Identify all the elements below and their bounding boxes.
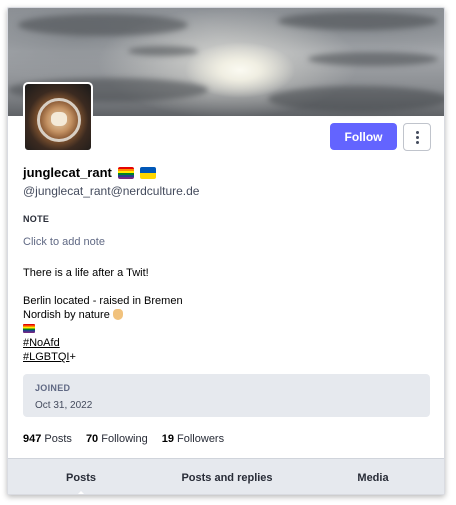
bio-flag-line — [23, 322, 423, 336]
bio: There is a life after a Twit! Berlin loc… — [23, 266, 423, 364]
rainbow-flag-icon — [23, 324, 35, 333]
rainbow-flag-icon — [117, 166, 134, 179]
vulcan-salute-icon — [112, 309, 123, 320]
follow-button[interactable]: Follow — [330, 123, 397, 150]
latte-art-face — [51, 112, 67, 126]
joined-label: JOINED — [35, 383, 71, 393]
account-handle: @junglecat_rant@nerdculture.de — [23, 184, 200, 198]
followers-count-link[interactable]: 19 Followers — [162, 433, 224, 445]
hashtag-lgbtqi-link[interactable]: #LGBTQI — [23, 351, 69, 363]
tab-media[interactable]: Media — [300, 459, 444, 494]
tab-posts[interactable]: Posts — [8, 459, 154, 494]
bio-line: Berlin located - raised in Bremen — [23, 295, 183, 307]
bio-hashtag-line: #NoAfd — [23, 336, 423, 350]
more-options-button[interactable] — [403, 123, 431, 151]
display-name-row: junglecat_rant — [23, 165, 156, 180]
profile-card: Follow junglecat_rant @junglecat_rant@ne… — [7, 7, 445, 495]
display-name: junglecat_rant — [23, 165, 112, 180]
profile-stats: 947 Posts 70 Following 19 Followers — [23, 433, 224, 445]
profile-tabs: Posts Posts and replies Media — [8, 458, 444, 494]
note-input[interactable]: Click to add note — [23, 236, 105, 248]
following-count-link[interactable]: 70 Following — [86, 433, 148, 445]
joined-panel: JOINED Oct 31, 2022 — [23, 374, 430, 417]
hashtag-noafd-link[interactable]: #NoAfd — [23, 337, 60, 349]
bio-line: There is a life after a Twit! — [23, 267, 149, 279]
joined-date: Oct 31, 2022 — [35, 400, 93, 411]
bio-hashtag-line: #LGBTQI+ — [23, 351, 76, 363]
avatar[interactable] — [23, 82, 93, 152]
tab-posts-and-replies[interactable]: Posts and replies — [154, 459, 300, 494]
vertical-ellipsis-icon — [415, 130, 419, 144]
note-label: NOTE — [23, 214, 50, 224]
posts-count-link[interactable]: 947 Posts — [23, 433, 72, 445]
bio-line-nature: Nordish by nature — [23, 308, 423, 322]
ukraine-flag-icon — [139, 166, 156, 179]
